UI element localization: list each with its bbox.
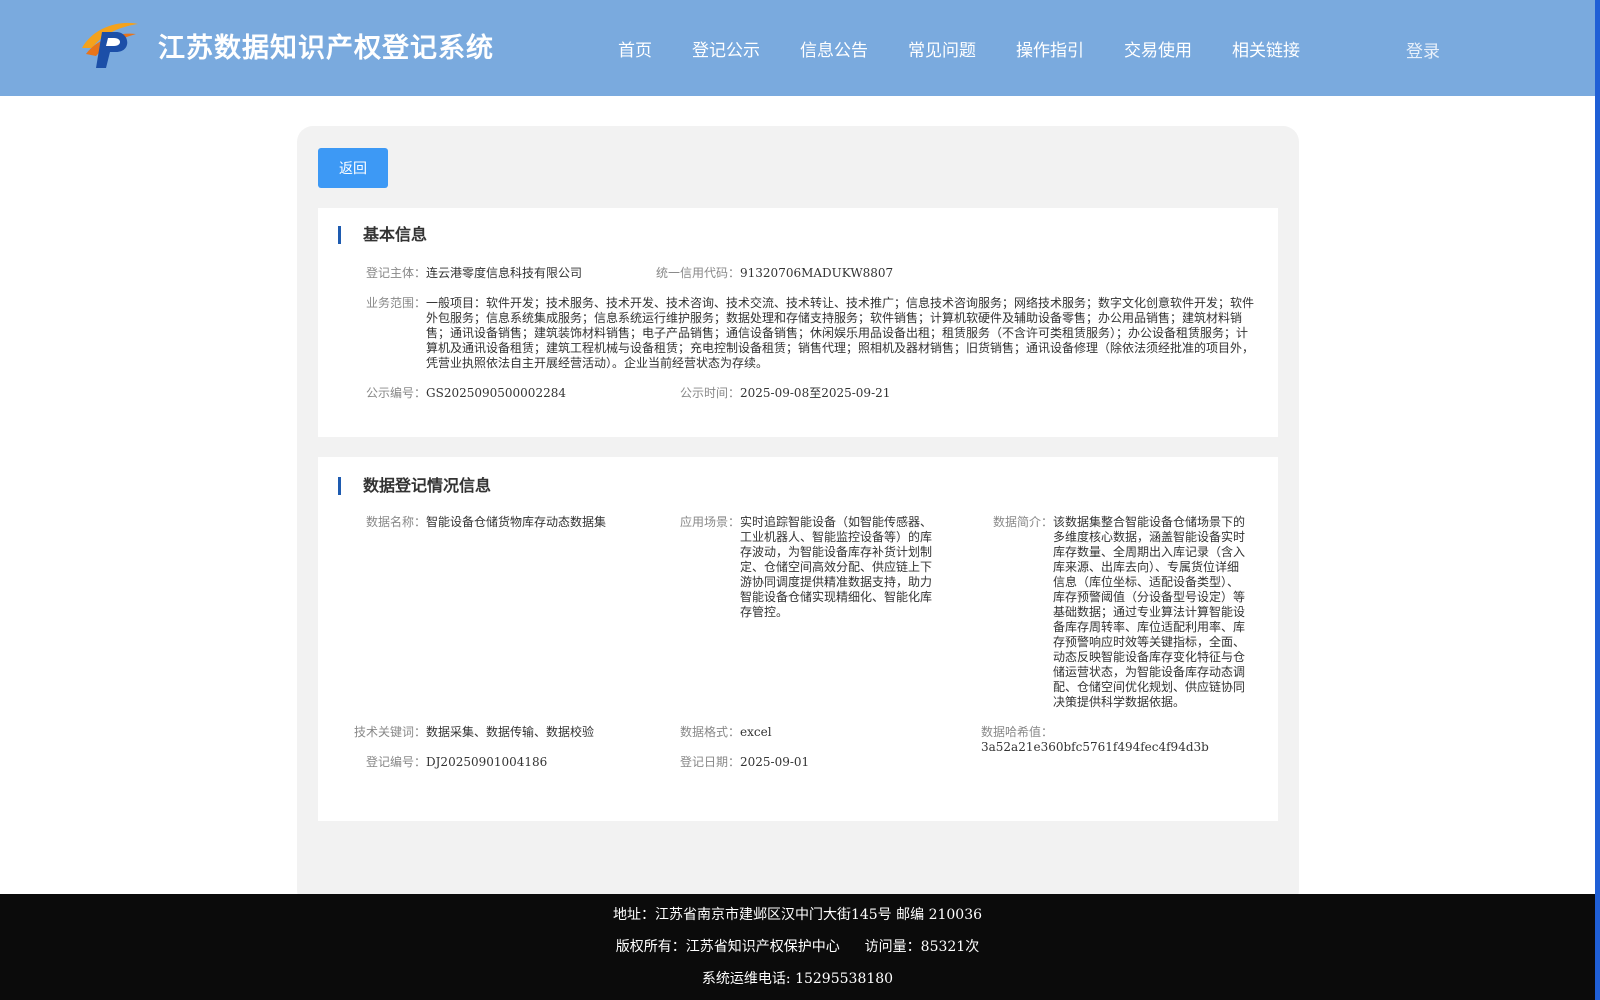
data-info-title: 数据登记情况信息 — [338, 477, 491, 495]
hash-value: 3a52a21e360bfc5761f494fec4f94d3b — [981, 740, 1209, 754]
top-header: 江苏数据知识产权登记系统 首页 登记公示 信息公告 常见问题 操作指引 交易使用… — [0, 0, 1595, 96]
page-scrollbar[interactable] — [1595, 0, 1600, 1000]
back-button[interactable]: 返回 — [318, 148, 388, 188]
format-label: 数据格式： — [680, 725, 741, 739]
reg-date-label: 登记日期： — [680, 755, 741, 769]
nav-faq[interactable]: 常见问题 — [908, 36, 976, 61]
scope-label: 业务范围： — [366, 296, 427, 310]
reg-no-field: 登记编号：DJ20250901004186 — [366, 755, 547, 770]
data-name-value: 智能设备仓储货物库存动态数据集 — [426, 515, 607, 529]
scene-field: 应用场景：实时追踪智能设备（如智能传感器、工业机器人、智能监控设备等）的库存波动… — [680, 515, 934, 620]
nav-trade-use[interactable]: 交易使用 — [1124, 36, 1192, 61]
footer-visits: 访问量：85321次 — [864, 939, 980, 955]
credit-code-label: 统一信用代码： — [656, 266, 741, 280]
data-registration-panel: 数据登记情况信息 数据名称：智能设备仓储货物库存动态数据集 应用场景：实时追踪智… — [318, 457, 1278, 821]
scope-field: 业务范围：一般项目：软件开发；技术服务、技术开发、技术咨询、技术交流、技术转让、… — [366, 296, 1266, 371]
credit-code-field: 统一信用代码：91320706MADUKW8807 — [656, 266, 893, 281]
login-link[interactable]: 登录 — [1406, 37, 1440, 62]
nav-info-announcement[interactable]: 信息公告 — [800, 36, 868, 61]
main-nav: 首页 登记公示 信息公告 常见问题 操作指引 交易使用 相关链接 — [618, 36, 1340, 61]
keywords-field: 技术关键词：数据采集、数据传输、数据校验 — [354, 725, 594, 740]
nav-related-links[interactable]: 相关链接 — [1232, 36, 1300, 61]
reg-no-value: DJ20250901004186 — [426, 755, 548, 769]
notice-no-field: 公示编号：GS2025090500002284 — [366, 386, 566, 401]
notice-time-label: 公示时间： — [680, 386, 741, 400]
hash-label: 数据哈希值： — [981, 725, 1054, 739]
format-field: 数据格式：excel — [680, 725, 772, 740]
nav-home[interactable]: 首页 — [618, 36, 652, 61]
site-title: 江苏数据知识产权登记系统 — [158, 33, 494, 64]
credit-code-value: 91320706MADUKW8807 — [740, 266, 894, 280]
data-name-field: 数据名称：智能设备仓储货物库存动态数据集 — [366, 515, 606, 530]
scope-value: 一般项目：软件开发；技术服务、技术开发、技术咨询、技术交流、技术转让、技术推广；… — [426, 296, 1255, 370]
reg-date-value: 2025-09-01 — [740, 755, 810, 769]
notice-time-value: 2025-09-08至2025-09-21 — [740, 386, 891, 400]
format-value: excel — [740, 725, 772, 739]
subject-field: 登记主体：连云港零度信息科技有限公司 — [366, 266, 582, 281]
footer-copyright-row: 版权所有：江苏省知识产权保护中心 访问量：85321次 — [0, 936, 1595, 956]
footer-address: 地址：江苏省南京市建邺区汉中门大街145号 邮编 210036 — [612, 907, 983, 923]
notice-no-value: GS2025090500002284 — [426, 386, 566, 400]
nav-operation-guide[interactable]: 操作指引 — [1016, 36, 1084, 61]
footer-copyright: 版权所有：江苏省知识产权保护中心 — [615, 939, 840, 955]
page-footer: 地址：江苏省南京市建邺区汉中门大街145号 邮编 210036 版权所有：江苏省… — [0, 894, 1595, 1000]
nav-registration-notice[interactable]: 登记公示 — [692, 36, 760, 61]
intro-field: 数据简介：该数据集整合智能设备仓储场景下的多维度核心数据，涵盖智能设备实时库存数… — [993, 515, 1247, 710]
scene-label: 应用场景： — [680, 515, 741, 529]
notice-time-field: 公示时间：2025-09-08至2025-09-21 — [680, 386, 890, 401]
keywords-value: 数据采集、数据传输、数据校验 — [426, 725, 595, 739]
subject-value: 连云港零度信息科技有限公司 — [426, 266, 583, 280]
reg-date-field: 登记日期：2025-09-01 — [680, 755, 809, 770]
reg-no-label: 登记编号： — [366, 755, 427, 769]
basic-info-title: 基本信息 — [338, 226, 427, 244]
basic-info-panel: 基本信息 登记主体：连云港零度信息科技有限公司 统一信用代码：91320706M… — [318, 208, 1278, 437]
intro-value: 该数据集整合智能设备仓储场景下的多维度核心数据，涵盖智能设备实时库存数量、全周期… — [1053, 515, 1246, 709]
notice-no-label: 公示编号： — [366, 386, 427, 400]
scene-value: 实时追踪智能设备（如智能传感器、工业机器人、智能监控设备等）的库存波动，为智能设… — [740, 515, 933, 619]
subject-label: 登记主体： — [366, 266, 427, 280]
page: 江苏数据知识产权登记系统 首页 登记公示 信息公告 常见问题 操作指引 交易使用… — [0, 0, 1600, 1000]
footer-phone: 系统运维电话: 15295538180 — [701, 971, 894, 987]
data-name-label: 数据名称： — [366, 515, 427, 529]
hash-field: 数据哈希值：3a52a21e360bfc5761f494fec4f94d3b — [981, 725, 1278, 755]
site-logo-icon[interactable] — [80, 18, 140, 70]
keywords-label: 技术关键词： — [354, 725, 427, 739]
intro-label: 数据简介： — [993, 515, 1054, 529]
